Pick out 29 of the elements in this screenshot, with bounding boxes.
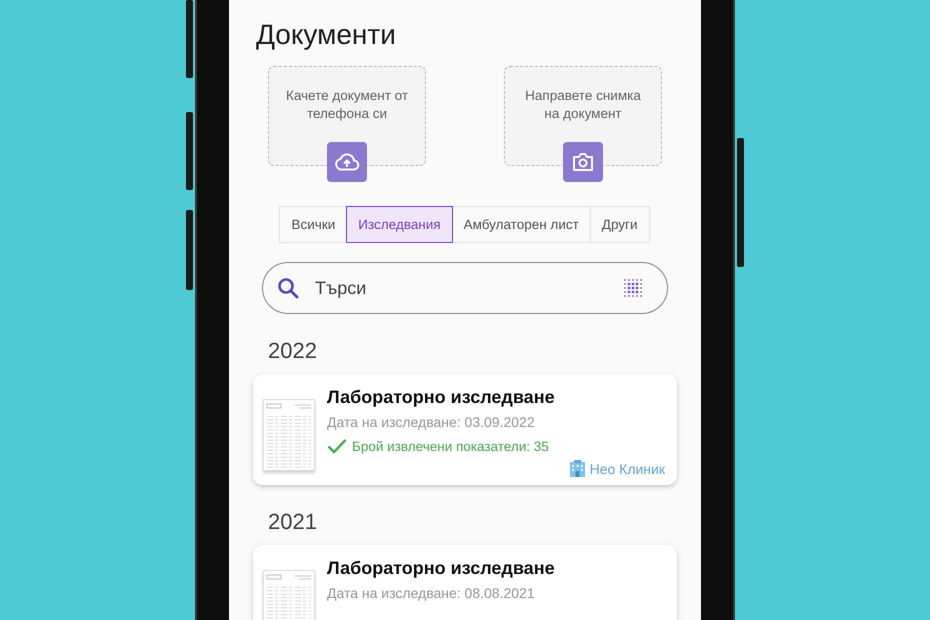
document-title: Лабораторно изследване xyxy=(327,386,556,409)
page-title: Документи xyxy=(256,18,397,52)
building-icon xyxy=(568,460,586,477)
document-card[interactable]: Лабораторно изследване Дата на изследване: 03.09.2022 Брой извлечени показатели: 35 Нео Клиник xyxy=(253,374,677,485)
filter-tab[interactable]: Амбулаторен лист xyxy=(452,206,591,243)
filter-tab[interactable]: Други xyxy=(590,206,650,243)
filter-tab[interactable]: Всички xyxy=(279,206,348,243)
dot-grid-icon xyxy=(623,278,643,298)
upload-area[interactable]: Качете документ от телефона си xyxy=(268,66,426,166)
upload-label: Качете документ от телефона си xyxy=(284,87,410,123)
filter-tab[interactable]: Изследвания xyxy=(346,206,453,243)
search-input[interactable]: Търси xyxy=(313,276,609,300)
search-field[interactable]: Търси xyxy=(262,262,668,314)
document-title: Лабораторно изследване xyxy=(327,557,556,580)
year-heading: 2021 xyxy=(268,509,318,535)
upload-area[interactable]: Направете снимка на документ xyxy=(504,66,662,166)
camera-icon xyxy=(572,152,594,172)
document-date: Дата на изследване: 03.09.2022 xyxy=(327,414,536,430)
extracted-count: Брой извлечени показатели: 35 xyxy=(352,438,549,454)
document-date: Дата на изследване: 08.08.2021 xyxy=(327,585,536,601)
document-card[interactable]: Лабораторно изследване Дата на изследване: 08.08.2021 xyxy=(253,545,677,620)
year-heading: 2022 xyxy=(268,338,318,364)
upload-label: Направете снимка на документ xyxy=(524,87,642,123)
search-icon xyxy=(277,277,299,299)
upload-button[interactable] xyxy=(327,142,367,182)
cloud-upload-icon xyxy=(334,153,360,171)
checkmark-icon xyxy=(327,438,347,454)
document-thumbnail xyxy=(263,399,315,471)
camera-button[interactable] xyxy=(563,142,603,182)
